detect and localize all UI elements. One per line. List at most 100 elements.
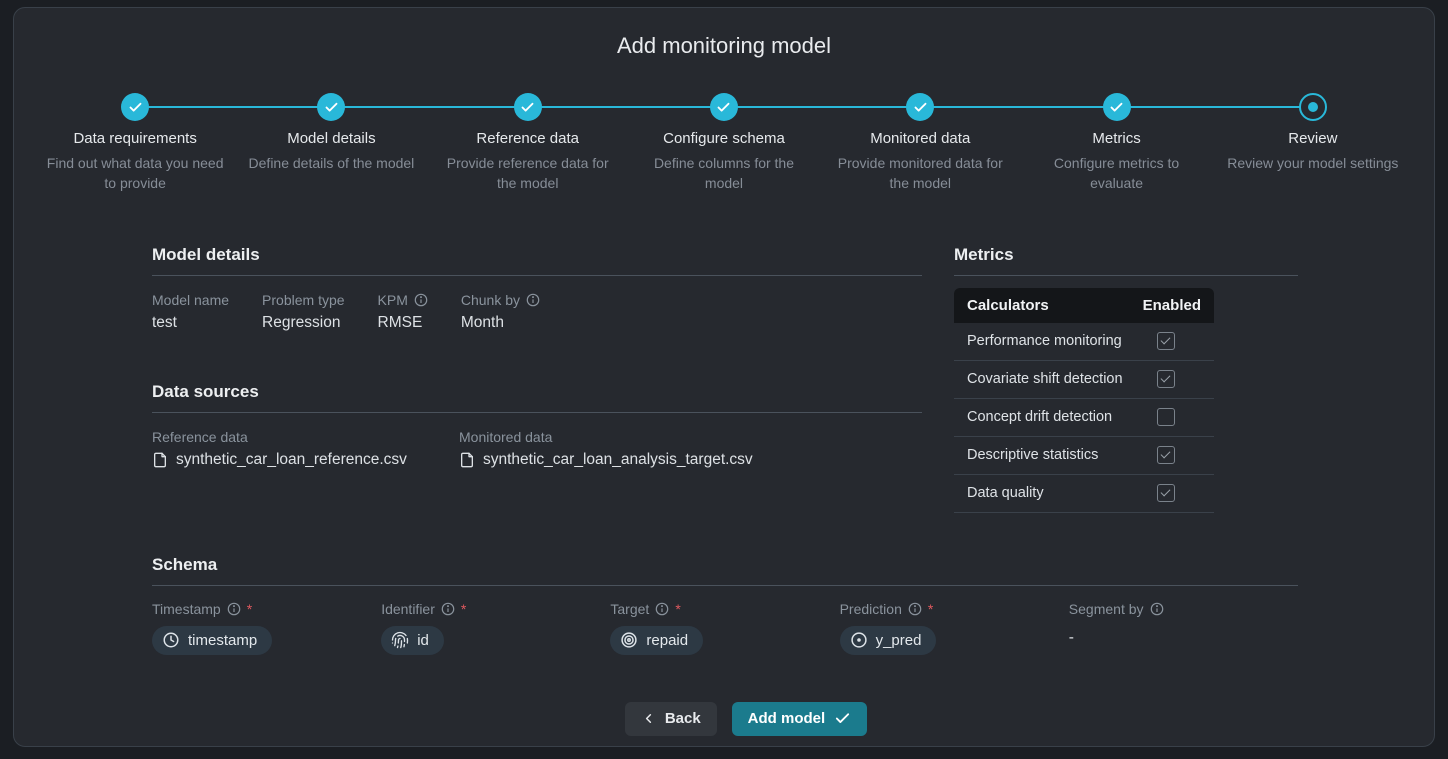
field-monitored-data: Monitored data synthetic_car_loan_analys… (459, 429, 753, 469)
field-value: test (152, 314, 229, 332)
metric-label: Descriptive statistics (967, 447, 1098, 463)
segment-by-value: - (1069, 629, 1298, 647)
step-reference-data[interactable]: Reference data Provide reference data fo… (430, 93, 626, 194)
step-data-requirements[interactable]: Data requirements Find out what data you… (37, 93, 233, 194)
required-asterisk (928, 601, 933, 617)
field-label: Reference data (152, 429, 248, 445)
info-icon[interactable] (655, 602, 669, 616)
file-icon (152, 452, 168, 468)
checkbox-descriptive-statistics[interactable] (1157, 446, 1175, 464)
divider (152, 412, 922, 413)
info-icon[interactable] (908, 602, 922, 616)
step-subtitle: Review your model settings (1222, 153, 1404, 173)
field-label: Chunk by (461, 292, 520, 308)
metric-label: Data quality (967, 485, 1044, 501)
step-check-icon (710, 93, 738, 121)
metrics-heading: Metrics (954, 244, 1298, 266)
clock-icon (162, 631, 180, 649)
field-label: Prediction (840, 601, 902, 617)
schema-section: Schema Timestamp timestamp Identifier (14, 554, 1434, 655)
schema-heading: Schema (152, 554, 1434, 576)
identifier-column-chip: id (381, 626, 444, 655)
field-value: Regression (262, 314, 344, 332)
step-check-icon (906, 93, 934, 121)
step-title: Model details (233, 130, 429, 147)
step-check-icon (1103, 93, 1131, 121)
field-label: Identifier (381, 601, 435, 617)
circle-dot-icon (850, 631, 868, 649)
field-label: Target (610, 601, 649, 617)
step-current-icon (1299, 93, 1327, 121)
current-step-dot (1308, 102, 1318, 112)
step-subtitle: Provide reference data for the model (437, 153, 619, 194)
checkbox-covariate-shift-detection[interactable] (1157, 370, 1175, 388)
schema-field-timestamp: Timestamp timestamp (152, 601, 381, 655)
chip-label: y_pred (876, 632, 922, 649)
field-label: Problem type (262, 292, 344, 308)
info-icon[interactable] (441, 602, 455, 616)
required-asterisk (675, 601, 680, 617)
field-value: Month (461, 314, 540, 332)
metric-row-descriptive-statistics: Descriptive statistics (954, 437, 1214, 475)
info-icon[interactable] (414, 293, 428, 307)
file-name: synthetic_car_loan_analysis_target.csv (483, 451, 753, 469)
info-icon[interactable] (1150, 602, 1164, 616)
dialog-title: Add monitoring model (14, 33, 1434, 59)
checkbox-data-quality[interactable] (1157, 484, 1175, 502)
step-review[interactable]: Review Review your model settings (1215, 93, 1411, 194)
field-label: Segment by (1069, 601, 1144, 617)
metrics-table-header: Calculators Enabled (954, 288, 1214, 323)
metric-row-covariate-shift-detection: Covariate shift detection (954, 361, 1214, 399)
add-model-button-label: Add model (748, 710, 826, 727)
step-title: Reference data (430, 130, 626, 147)
metric-label: Performance monitoring (967, 333, 1122, 349)
timestamp-column-chip: timestamp (152, 626, 272, 655)
step-check-icon (121, 93, 149, 121)
add-monitoring-model-dialog: Add monitoring model Data requirements F… (13, 7, 1435, 747)
field-problem-type: Problem type Regression (262, 292, 344, 332)
checkbox-performance-monitoring[interactable] (1157, 332, 1175, 350)
data-sources-heading: Data sources (152, 381, 922, 403)
field-value: RMSE (378, 314, 428, 332)
prediction-column-chip: y_pred (840, 626, 937, 655)
back-button-label: Back (665, 710, 701, 727)
divider (152, 275, 922, 276)
file-icon (459, 452, 475, 468)
schema-field-prediction: Prediction y_pred (840, 601, 1069, 655)
step-subtitle: Define details of the model (240, 153, 422, 173)
back-button[interactable]: Back (625, 702, 717, 736)
step-subtitle: Provide monitored data for the model (829, 153, 1011, 194)
model-details-section: Model details Model name test Problem ty… (152, 244, 922, 332)
step-title: Configure schema (626, 130, 822, 147)
metric-row-concept-drift-detection: Concept drift detection (954, 399, 1214, 437)
info-icon[interactable] (227, 602, 241, 616)
model-details-heading: Model details (152, 244, 922, 266)
metric-label: Concept drift detection (967, 409, 1112, 425)
schema-field-segment-by: Segment by - (1069, 601, 1298, 655)
dialog-footer: Back Add model (14, 702, 1434, 736)
chip-label: repaid (646, 632, 688, 649)
field-model-name: Model name test (152, 292, 229, 332)
step-model-details[interactable]: Model details Define details of the mode… (233, 93, 429, 194)
field-label: Timestamp (152, 601, 221, 617)
step-configure-schema[interactable]: Configure schema Define columns for the … (626, 93, 822, 194)
field-label: Monitored data (459, 429, 552, 445)
step-monitored-data[interactable]: Monitored data Provide monitored data fo… (822, 93, 1018, 194)
step-title: Metrics (1018, 130, 1214, 147)
file-name: synthetic_car_loan_reference.csv (176, 451, 407, 469)
column-header-calculators: Calculators (967, 297, 1049, 314)
step-title: Monitored data (822, 130, 1018, 147)
checkbox-concept-drift-detection[interactable] (1157, 408, 1175, 426)
schema-field-identifier: Identifier id (381, 601, 610, 655)
metric-row-performance-monitoring: Performance monitoring (954, 323, 1214, 361)
field-kpm: KPM RMSE (378, 292, 428, 332)
field-reference-data: Reference data synthetic_car_loan_refere… (152, 429, 459, 469)
step-subtitle: Define columns for the model (633, 153, 815, 194)
step-metrics[interactable]: Metrics Configure metrics to evaluate (1018, 93, 1214, 194)
add-model-button[interactable]: Add model (732, 702, 868, 736)
column-header-enabled: Enabled (1143, 297, 1201, 314)
fingerprint-icon (391, 631, 409, 649)
info-icon[interactable] (526, 293, 540, 307)
step-check-icon (317, 93, 345, 121)
step-title: Review (1215, 130, 1411, 147)
